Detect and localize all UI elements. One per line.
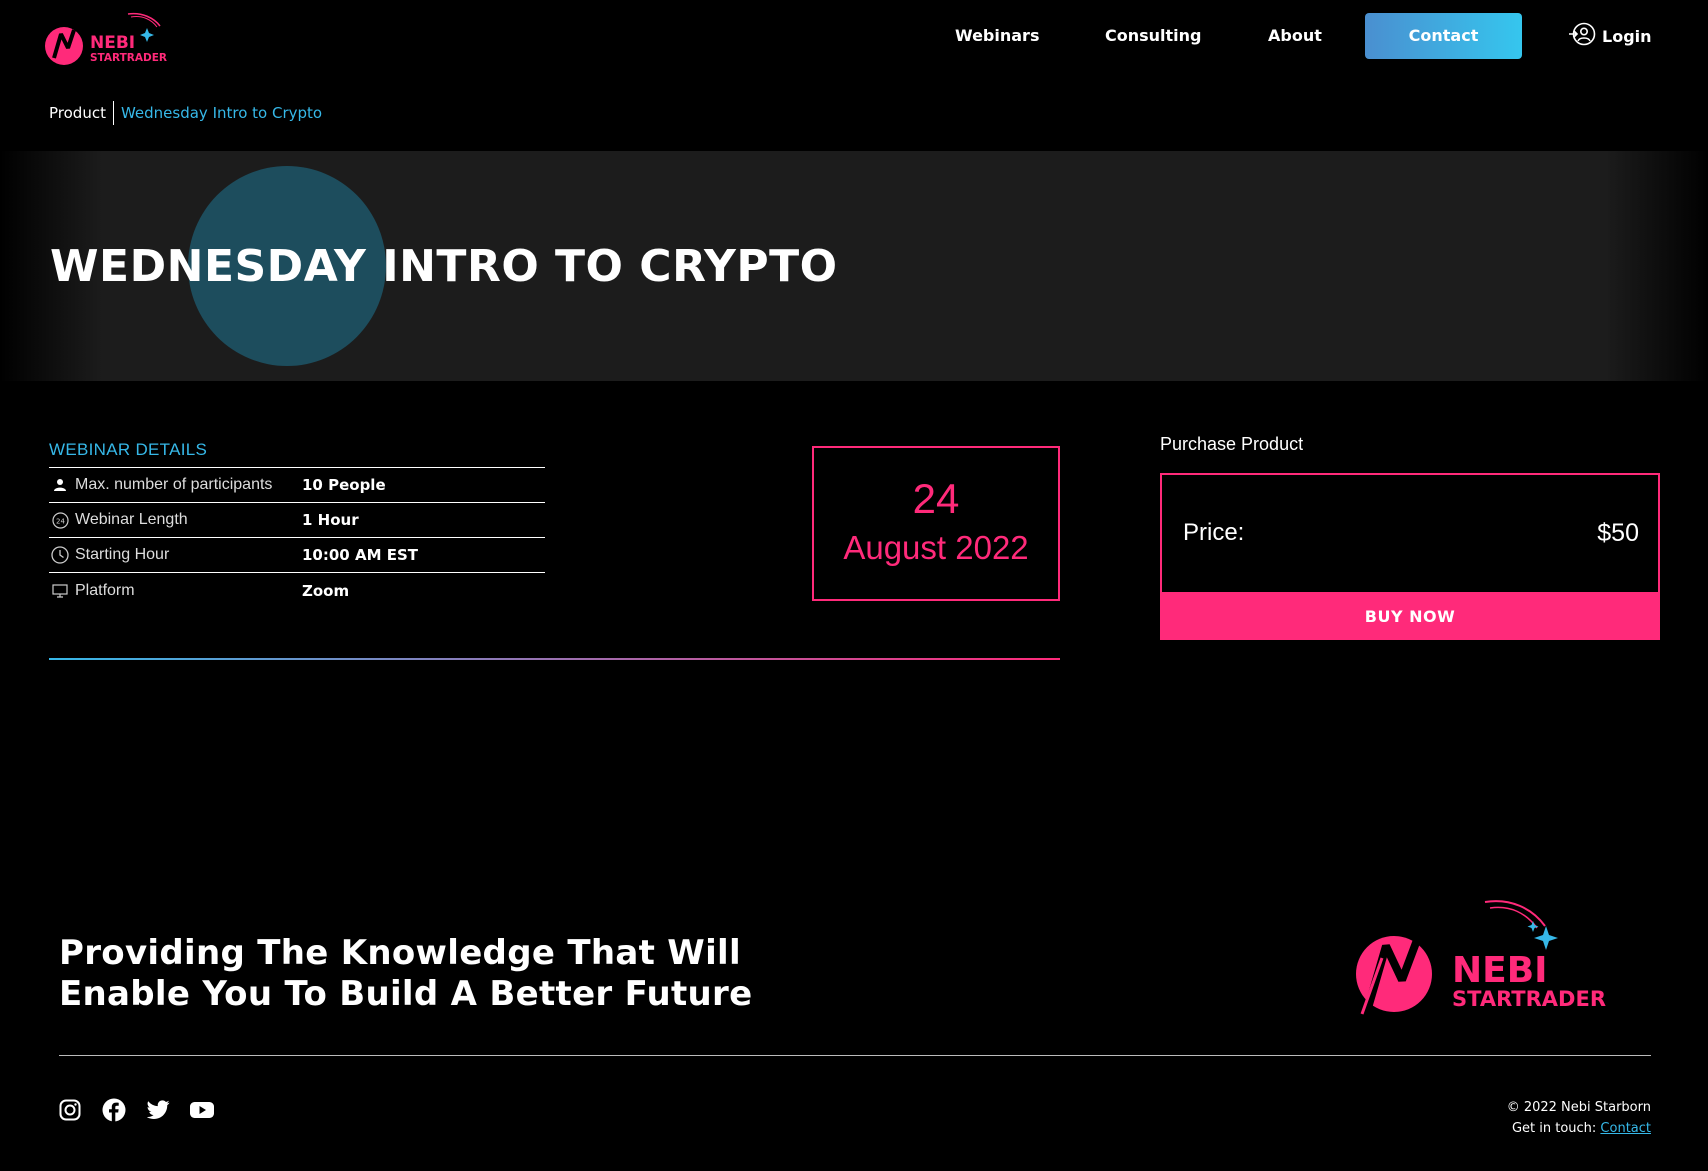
breadcrumb-current: Wednesday Intro to Crypto bbox=[120, 104, 323, 122]
detail-value: 10 People bbox=[302, 476, 386, 494]
24-hour-icon: 24 bbox=[51, 511, 69, 529]
breadcrumb-product[interactable]: Product bbox=[49, 104, 113, 122]
svg-text:STARTRADER: STARTRADER bbox=[90, 52, 167, 64]
detail-row-platform: Platform Zoom bbox=[49, 573, 545, 608]
svg-text:24: 24 bbox=[56, 517, 65, 525]
footer-copyright-block: © 2022 Nebi Starborn Get in touch: Conta… bbox=[1507, 1097, 1651, 1139]
logo-mark-icon: NEBI STARTRADER bbox=[45, 12, 167, 65]
detail-row-length: 24 Webinar Length 1 Hour bbox=[49, 503, 545, 538]
social-links bbox=[58, 1098, 214, 1122]
get-in-touch-label: Get in touch: bbox=[1511, 1121, 1597, 1136]
date-month-year: August 2022 bbox=[843, 529, 1029, 566]
tagline-line-2: Enable You To Build A Better Future bbox=[59, 974, 753, 1014]
nav-about[interactable]: About bbox=[1268, 13, 1322, 59]
webinar-date-box: 24 August 2022 bbox=[812, 446, 1060, 601]
get-in-touch: Get in touch: Contact bbox=[1507, 1118, 1651, 1139]
page-title: WEDNESDAY INTRO TO CRYPTO bbox=[50, 241, 838, 292]
price-box: Price: $50 bbox=[1160, 473, 1660, 592]
section-divider bbox=[49, 658, 1060, 660]
breadcrumb: Product Wednesday Intro to Crypto bbox=[49, 101, 322, 125]
detail-label: Max. number of participants bbox=[75, 476, 273, 493]
login-link[interactable]: Login bbox=[1568, 13, 1652, 59]
webinar-details-heading: WEBINAR DETAILS bbox=[49, 440, 208, 459]
svg-text:NEBI: NEBI bbox=[1452, 950, 1548, 991]
detail-label: Webinar Length bbox=[75, 511, 188, 528]
facebook-icon[interactable] bbox=[102, 1098, 126, 1122]
copyright-text: © 2022 Nebi Starborn bbox=[1506, 1100, 1651, 1115]
detail-value: 1 Hour bbox=[302, 511, 359, 529]
footer-divider bbox=[59, 1055, 1651, 1056]
webinar-details-table: Max. number of participants 10 People 24… bbox=[49, 467, 545, 608]
nav-consulting[interactable]: Consulting bbox=[1105, 13, 1202, 59]
person-icon bbox=[51, 476, 69, 494]
detail-value: 10:00 AM EST bbox=[302, 546, 419, 564]
site-header: NEBI STARTRADER Webinars Consulting Abou… bbox=[0, 0, 1708, 72]
contact-button[interactable]: Contact bbox=[1365, 13, 1522, 59]
detail-row-starting-hour: Starting Hour 10:00 AM EST bbox=[49, 538, 545, 573]
price-label: Price: bbox=[1183, 519, 1245, 546]
footer-contact-link[interactable]: Contact bbox=[1600, 1121, 1651, 1136]
date-day: 24 bbox=[912, 475, 960, 522]
instagram-icon[interactable] bbox=[58, 1098, 82, 1122]
login-label: Login bbox=[1602, 26, 1652, 46]
brand-logo[interactable]: NEBI STARTRADER bbox=[42, 8, 202, 68]
detail-row-participants: Max. number of participants 10 People bbox=[49, 468, 545, 503]
youtube-icon[interactable] bbox=[190, 1098, 214, 1122]
twitter-icon[interactable] bbox=[146, 1098, 170, 1122]
user-login-icon bbox=[1568, 22, 1596, 50]
svg-text:STARTRADER: STARTRADER bbox=[1452, 987, 1606, 1011]
tagline-line-1: Providing The Knowledge That Will bbox=[59, 933, 741, 973]
nav-webinars[interactable]: Webinars bbox=[955, 13, 1039, 59]
detail-label: Platform bbox=[75, 581, 135, 599]
svg-text:NEBI: NEBI bbox=[90, 33, 135, 53]
detail-label: Starting Hour bbox=[75, 546, 170, 563]
hero-banner: WEDNESDAY INTRO TO CRYPTO bbox=[0, 151, 1708, 381]
clock-icon bbox=[51, 546, 69, 564]
buy-now-button[interactable]: BUY NOW bbox=[1160, 592, 1660, 640]
monitor-icon bbox=[51, 582, 69, 600]
footer-logo: NEBI STARTRADER bbox=[1356, 900, 1606, 1015]
price-value: $50 bbox=[1597, 519, 1639, 547]
purchase-heading: Purchase Product bbox=[1160, 434, 1304, 454]
detail-value: Zoom bbox=[302, 581, 350, 600]
footer-tagline: Providing The Knowledge That Will Enable… bbox=[59, 933, 752, 1015]
